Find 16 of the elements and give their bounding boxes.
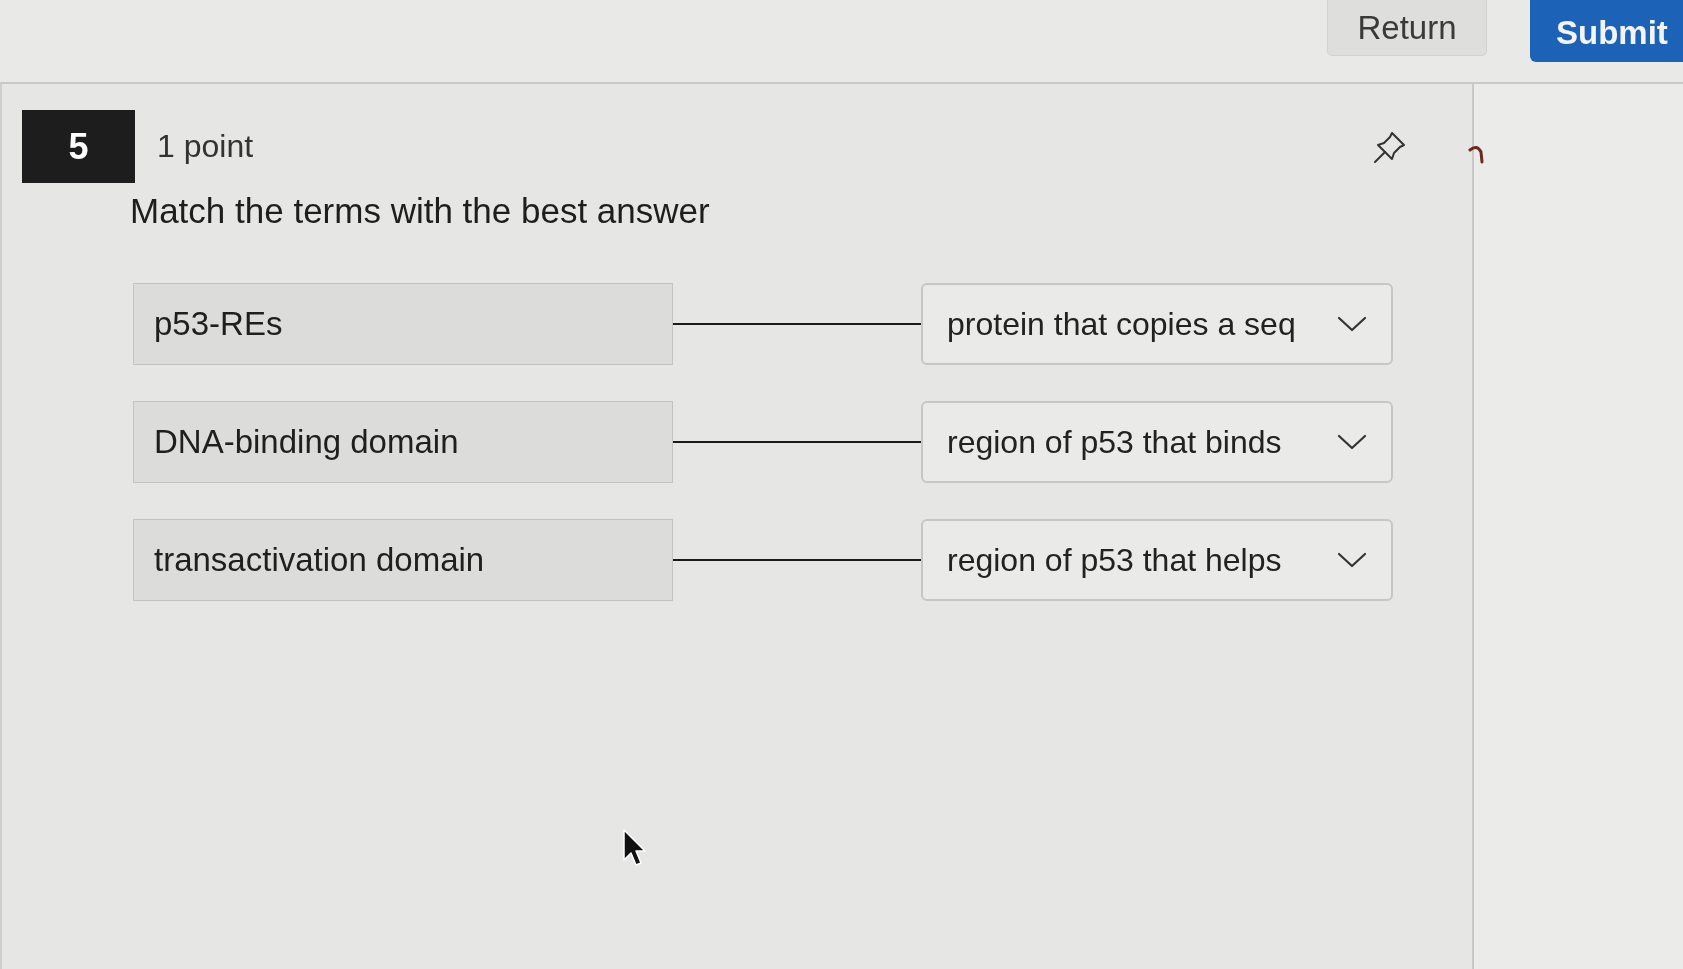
return-button[interactable]: Return [1327, 0, 1487, 56]
submit-button[interactable]: Submit [1530, 0, 1683, 62]
chevron-down-icon [1337, 316, 1367, 332]
mouse-pointer-icon [622, 828, 646, 868]
term-box: p53-REs [133, 283, 673, 365]
term-box: transactivation domain [133, 519, 673, 601]
points-label: 1 point [157, 128, 254, 165]
hook-mark-icon [1468, 144, 1484, 164]
question-number: 5 [22, 110, 135, 183]
question-prompt: Match the terms with the best answer [130, 191, 711, 231]
answer-dropdown[interactable]: region of p53 that helps [921, 519, 1393, 601]
answer-dropdown[interactable]: protein that copies a seq [921, 283, 1393, 365]
answer-dropdown[interactable]: region of p53 that binds [921, 401, 1393, 483]
term-box: DNA-binding domain [133, 401, 673, 483]
chevron-down-icon [1337, 434, 1367, 450]
chevron-down-icon [1337, 552, 1367, 568]
